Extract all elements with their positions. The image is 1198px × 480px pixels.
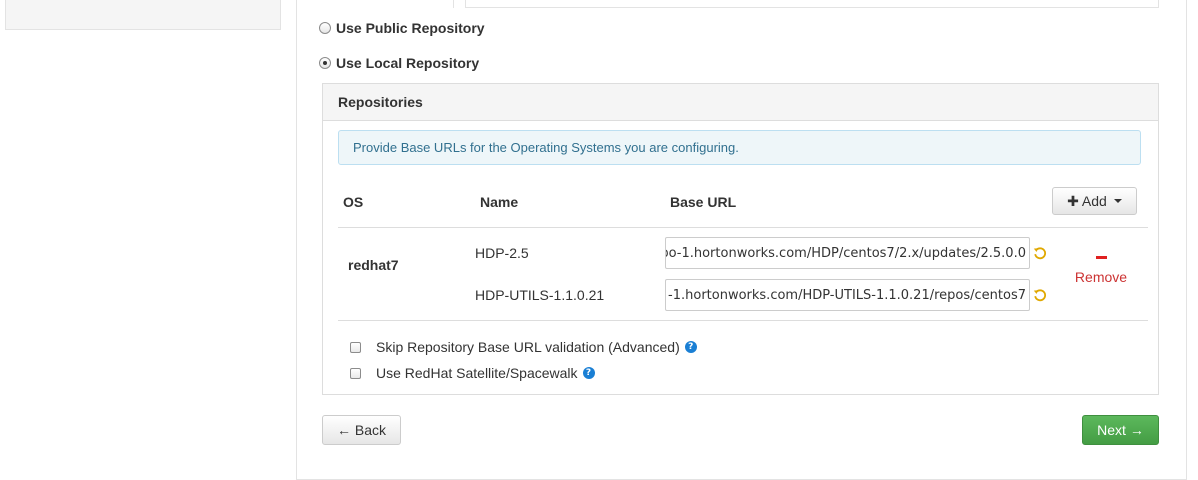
- column-header-base-url: Base URL: [670, 194, 737, 210]
- base-url-input[interactable]: -1.hortonworks.com/HDP-UTILS-1.1.0.21/re…: [665, 279, 1030, 311]
- table-divider: [338, 227, 1148, 228]
- info-alert-text: Provide Base URLs for the Operating Syst…: [353, 140, 739, 155]
- help-icon[interactable]: ?: [582, 367, 595, 379]
- left-sidebar-panel: [5, 0, 281, 30]
- next-button[interactable]: Next →: [1082, 415, 1159, 445]
- minus-icon: [1095, 256, 1107, 259]
- plus-icon: ✚: [1067, 192, 1079, 209]
- satellite-label: Use RedHat Satellite/Spacewalk: [376, 365, 578, 381]
- radio-button-public[interactable]: [319, 22, 331, 34]
- column-header-name: Name: [480, 194, 519, 210]
- info-alert: Provide Base URLs for the Operating Syst…: [338, 130, 1141, 165]
- add-os-button[interactable]: ✚ Add: [1052, 187, 1137, 215]
- repo-name: HDP-2.5: [475, 245, 529, 261]
- table-divider: [338, 320, 1148, 321]
- back-button[interactable]: ← Back: [322, 415, 401, 445]
- skip-validation-label: Skip Repository Base URL validation (Adv…: [376, 339, 680, 355]
- repositories-heading: Repositories: [323, 84, 1158, 121]
- base-url-value: -1.hortonworks.com/HDP-UTILS-1.1.0.21/re…: [668, 287, 1026, 303]
- radio-button-local[interactable]: [319, 57, 331, 69]
- skip-validation-option[interactable]: Skip Repository Base URL validation (Adv…: [350, 339, 697, 355]
- satellite-checkbox[interactable]: [350, 367, 361, 379]
- undo-icon[interactable]: [1033, 246, 1047, 260]
- skip-validation-checkbox[interactable]: [350, 341, 361, 353]
- radio-local-label: Use Local Repository: [336, 55, 480, 71]
- repositories-panel: Repositories Provide Base URLs for the O…: [322, 83, 1159, 395]
- caret-down-icon: [1113, 199, 1122, 203]
- radio-local-repository[interactable]: Use Local Repository: [319, 54, 479, 72]
- undo-icon[interactable]: [1033, 288, 1047, 302]
- os-name-redhat7: redhat7: [348, 257, 399, 273]
- previous-section-box: [465, 0, 1159, 8]
- base-url-input[interactable]: po-1.hortonworks.com/HDP/centos7/2.x/upd…: [665, 237, 1030, 269]
- remove-label: Remove: [1074, 269, 1128, 285]
- divider: [453, 0, 454, 8]
- add-button-label: Add: [1081, 193, 1107, 209]
- radio-public-label: Use Public Repository: [336, 20, 485, 36]
- base-url-value: po-1.hortonworks.com/HDP/centos7/2.x/upd…: [665, 245, 1026, 261]
- radio-public-repository[interactable]: Use Public Repository: [319, 19, 485, 37]
- column-header-os: OS: [343, 194, 364, 210]
- help-icon[interactable]: ?: [684, 341, 697, 353]
- remove-os-button[interactable]: Remove: [1068, 244, 1134, 285]
- satellite-option[interactable]: Use RedHat Satellite/Spacewalk ?: [350, 365, 595, 381]
- repo-name: HDP-UTILS-1.1.0.21: [475, 287, 605, 303]
